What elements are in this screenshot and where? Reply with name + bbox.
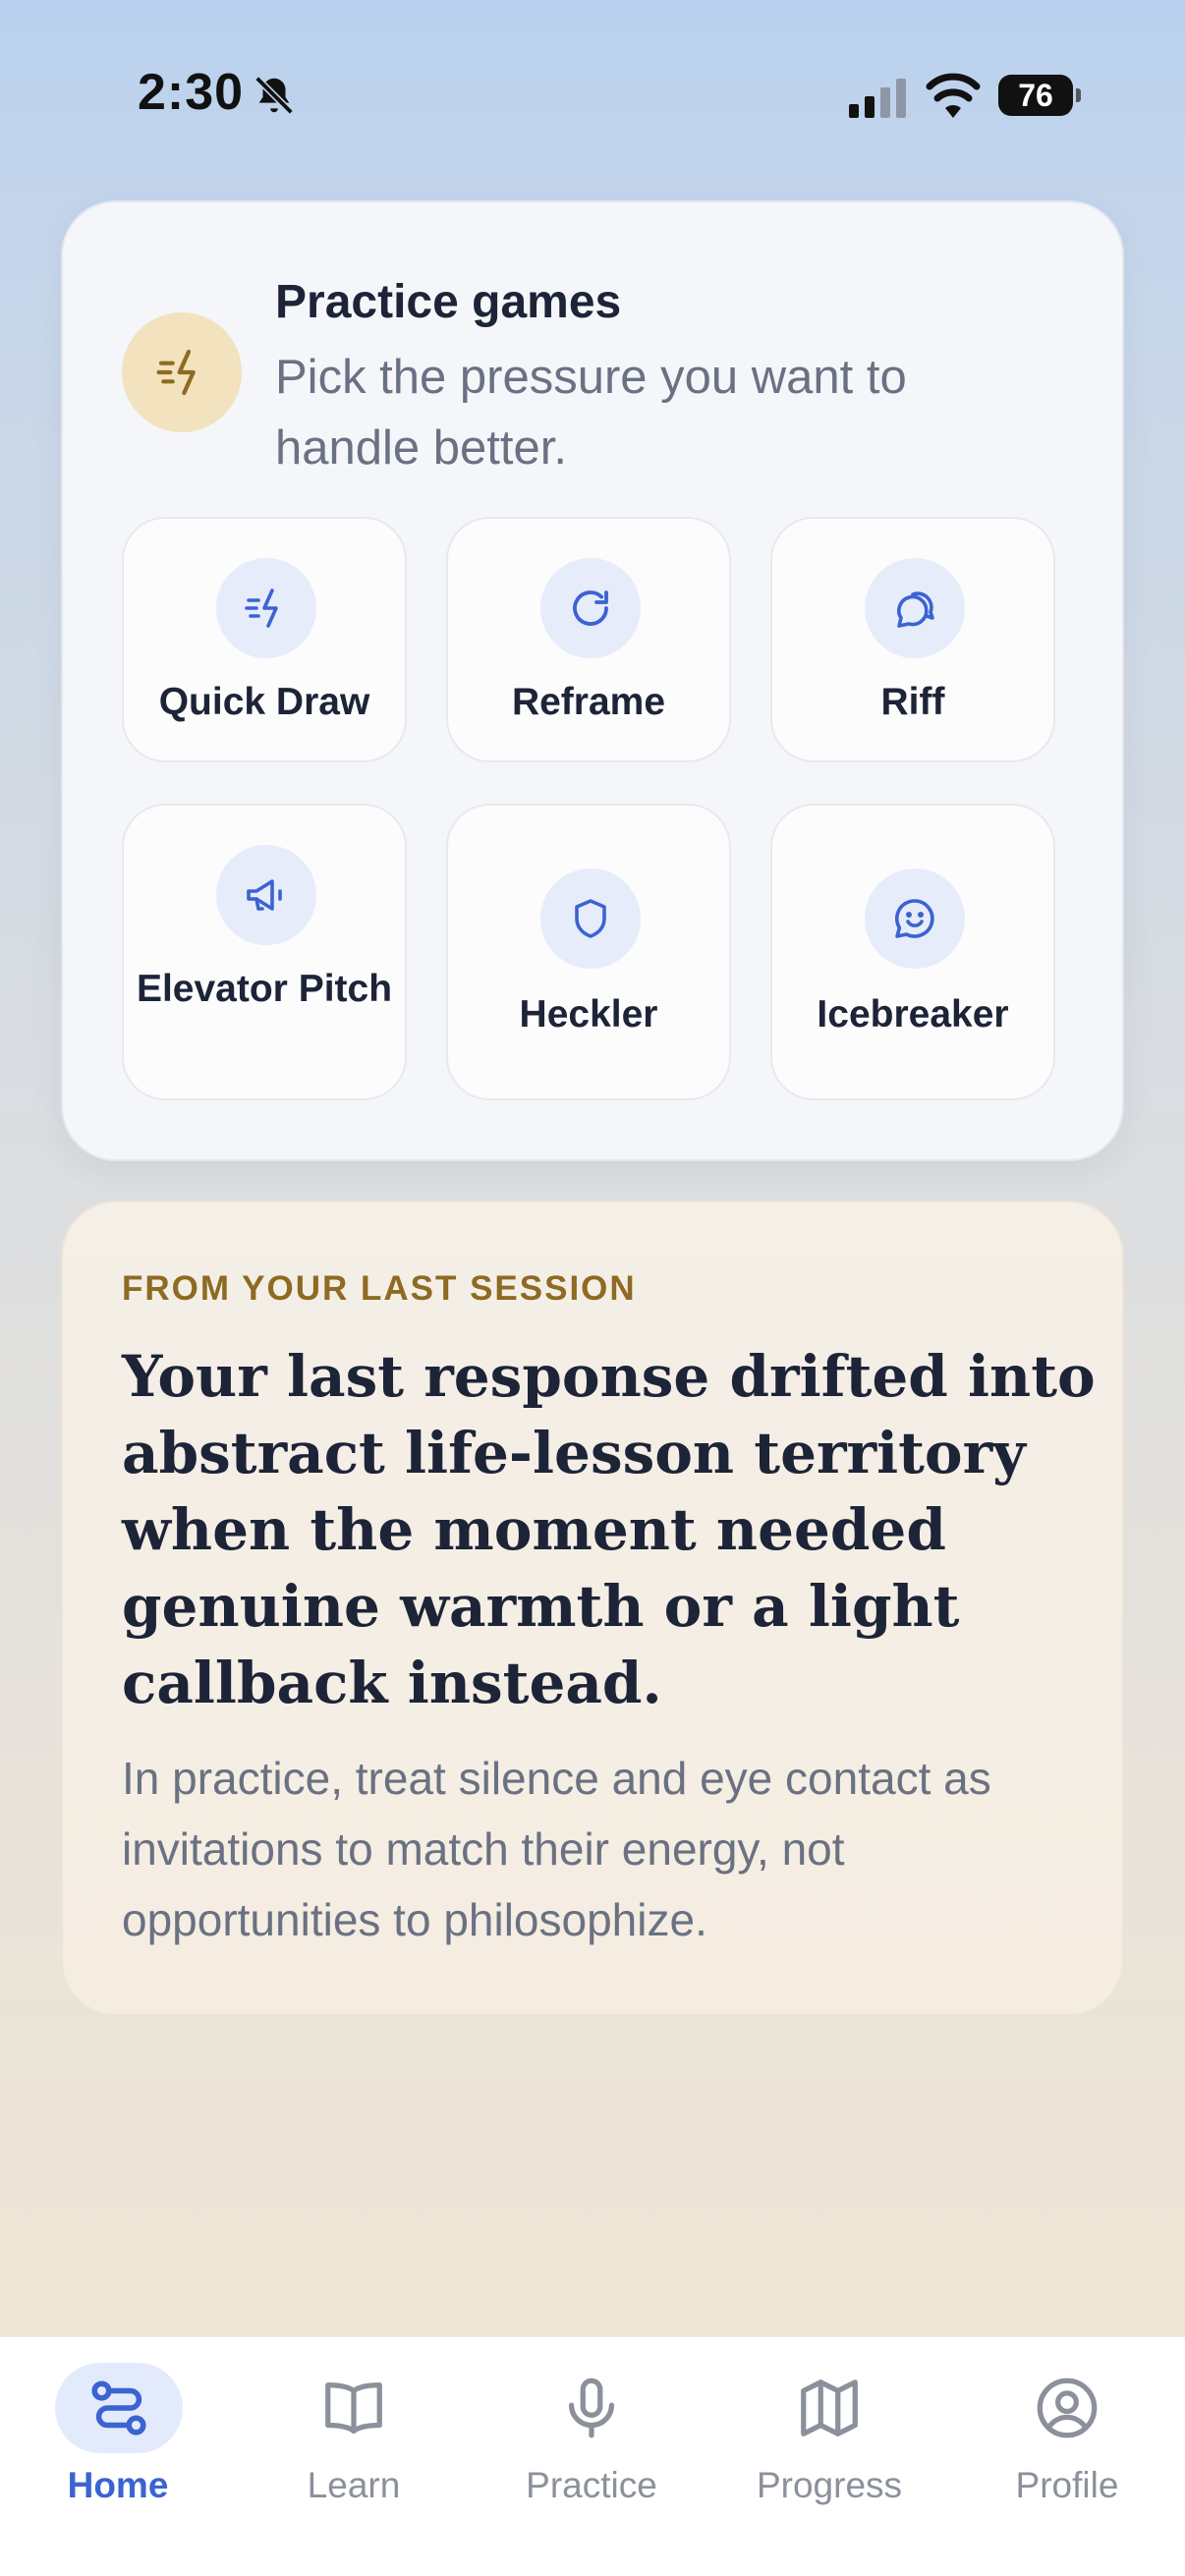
nav-label: Progress [756,2465,903,2505]
nav-item-home[interactable]: Home [20,2357,216,2524]
map-icon [801,2380,858,2436]
game-tile-heckler[interactable]: Heckler [446,804,731,1100]
nav-item-practice[interactable]: Practice [493,2357,690,2524]
shield-icon [540,868,641,969]
game-tile-quick-draw[interactable]: Quick Draw [122,517,407,762]
battery-level: 76 [1018,78,1053,113]
nav-item-progress[interactable]: Progress [731,2357,928,2524]
game-tile-riff[interactable]: Riff [770,517,1055,762]
nav-item-learn[interactable]: Learn [255,2357,452,2524]
status-time: 2:30 [138,64,245,121]
game-tile-label: Riff [880,681,945,723]
game-tile-label: Reframe [511,681,666,723]
battery-icon: 76 [998,75,1081,118]
bolt-lines-icon [122,312,242,432]
game-tile-label: Icebreaker [817,993,1009,1036]
practice-games-card: Practice games Pick the pressure you wan… [61,200,1124,1161]
bottom-nav: Home Learn Practice Progress Profile [0,2336,1185,2576]
game-tile-icebreaker[interactable]: Icebreaker [770,804,1055,1100]
cellular-signal-icon [849,79,906,118]
microphone-icon [568,2378,615,2438]
nav-label: Practice [526,2465,657,2505]
last-session-card: FROM YOUR LAST SESSION Your last respons… [61,1201,1124,2016]
practice-games-subtitle: Pick the pressure you want to handle bet… [275,351,907,475]
route-icon [91,2380,146,2436]
game-tile-label: Quick Draw [158,681,370,723]
bolt-lines-icon [216,558,316,658]
smile-chat-icon [865,868,965,969]
user-circle-icon [1037,2378,1098,2438]
session-body: In practice, treat silence and eye conta… [122,1753,991,1945]
nav-item-profile[interactable]: Profile [969,2357,1165,2524]
game-tile-label: Elevator Pitch [136,968,393,1010]
practice-games-title: Practice games [275,276,622,328]
bell-slash-icon [254,76,294,115]
session-headline: Your last response drifted into abstract… [122,1343,1096,1716]
nav-label: Home [67,2465,169,2505]
game-tile-reframe[interactable]: Reframe [446,517,731,762]
session-eyebrow: FROM YOUR LAST SESSION [122,1269,637,1308]
chat-bubbles-icon [865,558,965,658]
game-tile-label: Heckler [519,993,658,1036]
nav-label: Profile [1015,2465,1119,2505]
status-bar: 2:30 76 [0,0,1185,187]
book-icon [325,2382,382,2434]
wifi-icon [926,73,981,118]
nav-label: Learn [307,2465,401,2505]
game-tile-elevator-pitch[interactable]: Elevator Pitch [122,804,407,1100]
refresh-icon [540,558,641,658]
megaphone-icon [216,845,316,945]
